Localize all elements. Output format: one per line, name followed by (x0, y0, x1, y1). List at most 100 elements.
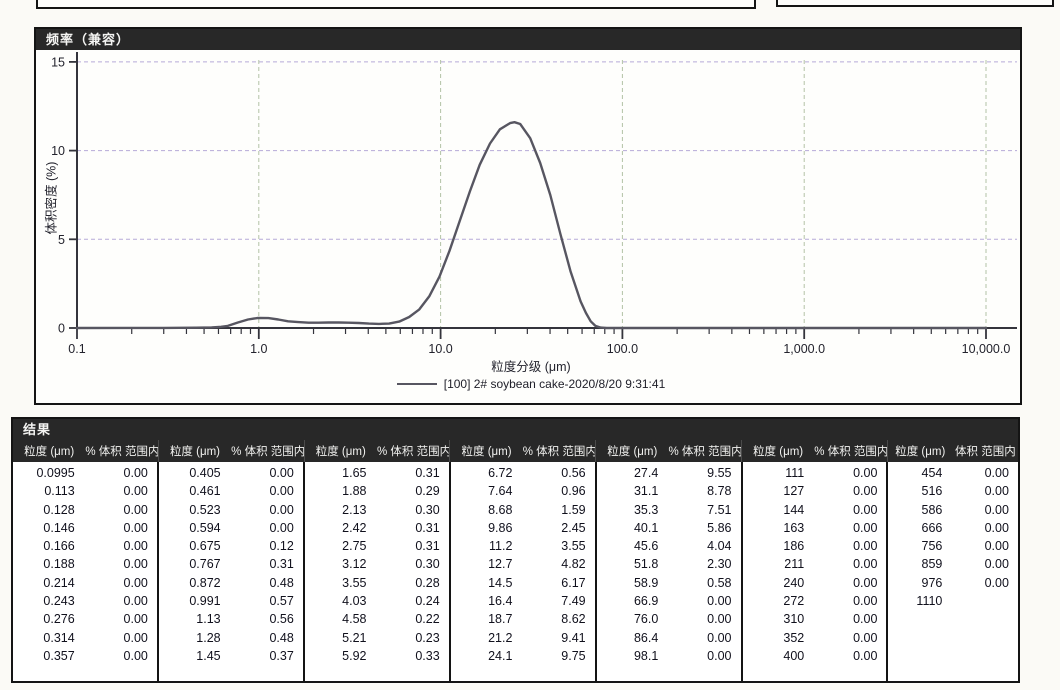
table-row: 14.56.17 (451, 574, 595, 592)
x-tick-label: 10.0 (428, 342, 452, 356)
col-header-volume-in-range: % 体积 范围内 (669, 443, 741, 459)
cell-volume-percent: 0.00 (91, 555, 157, 573)
table-row: 8.681.59 (451, 501, 595, 519)
table-row: 0.5230.00 (159, 501, 303, 519)
table-row: 0.3140.00 (13, 629, 157, 647)
table-row: 86.40.00 (597, 629, 741, 647)
cell-volume-percent: 0.37 (237, 647, 303, 665)
table-row: 1860.00 (743, 537, 887, 555)
cell-size-um: 516 (888, 482, 958, 500)
cell-volume-percent: 6.17 (528, 574, 594, 592)
col-header-volume-in-range: % 体积 范围内 (814, 443, 886, 459)
table-row: 27.49.55 (597, 464, 741, 482)
cell-volume-percent: 0.00 (91, 482, 157, 500)
table-row: 6660.00 (888, 519, 1018, 537)
table-row: 0.2760.00 (13, 610, 157, 628)
cell-size-um: 0.276 (13, 610, 91, 628)
cell-volume-percent: 0.00 (820, 647, 886, 665)
cell-volume-percent: 0.56 (528, 464, 594, 482)
cell-volume-percent: 0.28 (383, 574, 449, 592)
cell-volume-percent: 0.31 (237, 555, 303, 573)
cell-size-um: 7.64 (451, 482, 529, 500)
x-tick-label: 100.0 (607, 342, 638, 356)
cell-volume-percent: 0.23 (383, 629, 449, 647)
cell-volume-percent: 0.00 (91, 519, 157, 537)
cell-size-um: 2.75 (305, 537, 383, 555)
cell-volume-percent: 0.00 (91, 501, 157, 519)
table-row: 12.74.82 (451, 555, 595, 573)
cell-size-um: 0.767 (159, 555, 237, 573)
cell-volume-percent: 1.59 (528, 501, 594, 519)
results-col-group-header: 粒度 (μm)% 体积 范围内 (449, 440, 595, 462)
col-header-size: 粒度 (μm) (888, 443, 953, 459)
cell-size-um: 0.188 (13, 555, 91, 573)
table-row: 5.920.33 (305, 647, 449, 665)
cell-size-um: 40.1 (597, 519, 675, 537)
cell-volume-percent: 0.31 (383, 519, 449, 537)
table-row: 76.00.00 (597, 610, 741, 628)
x-tick-label: 1.0 (250, 342, 267, 356)
cell-volume-percent: 0.12 (237, 537, 303, 555)
results-table-body: 0.09950.000.1130.000.1280.000.1460.000.1… (13, 462, 1018, 681)
table-row: 35.37.51 (597, 501, 741, 519)
cell-volume-percent: 0.00 (958, 519, 1018, 537)
results-panel: 结果 粒度 (μm)% 体积 范围内粒度 (μm)% 体积 范围内粒度 (μm)… (11, 417, 1020, 683)
cell-size-um: 11.2 (451, 537, 529, 555)
cell-size-um: 0.461 (159, 482, 237, 500)
cell-volume-percent: 0.00 (820, 519, 886, 537)
table-row: 2.750.31 (305, 537, 449, 555)
cell-volume-percent: 0.30 (383, 555, 449, 573)
table-row: 2720.00 (743, 592, 887, 610)
cell-volume-percent: 0.00 (820, 482, 886, 500)
col-header-size: 粒度 (μm) (742, 443, 814, 459)
frequency-chart: 0510150.11.010.0100.01,000.010,000.0 体积密… (36, 50, 1020, 402)
cell-size-um: 4.03 (305, 592, 383, 610)
cell-volume-percent: 2.45 (528, 519, 594, 537)
table-row: 11.23.55 (451, 537, 595, 555)
cell-volume-percent: 0.96 (528, 482, 594, 500)
cell-volume-percent: 0.00 (820, 555, 886, 573)
col-header-size: 粒度 (μm) (596, 443, 668, 459)
cell-volume-percent: 8.78 (674, 482, 740, 500)
cell-volume-percent: 0.00 (820, 501, 886, 519)
table-row: 2400.00 (743, 574, 887, 592)
cell-volume-percent: 0.00 (91, 592, 157, 610)
results-header-row: 粒度 (μm)% 体积 范围内粒度 (μm)% 体积 范围内粒度 (μm)% 体… (13, 440, 1018, 462)
table-row: 9.862.45 (451, 519, 595, 537)
cell-size-um: 859 (888, 555, 958, 573)
cell-volume-percent: 0.00 (91, 610, 157, 628)
table-row: 3.120.30 (305, 555, 449, 573)
col-header-size: 粒度 (μm) (450, 443, 522, 459)
y-axis-title: 体积密度 (%) (41, 162, 60, 235)
cell-size-um: 0.214 (13, 574, 91, 592)
cell-size-um: 0.675 (159, 537, 237, 555)
cell-size-um: 1.45 (159, 647, 237, 665)
cell-volume-percent: 0.00 (958, 555, 1018, 573)
table-row: 0.1280.00 (13, 501, 157, 519)
cell-size-um: 127 (743, 482, 821, 500)
cell-volume-percent: 8.62 (528, 610, 594, 628)
chart-legend: [100] 2# soybean cake-2020/8/20 9:31:41 (36, 377, 1026, 391)
chart-panel-title: 频率（兼容） (36, 29, 1020, 50)
table-row: 1270.00 (743, 482, 887, 500)
results-col-group: 4540.005160.005860.006660.007560.008590.… (888, 462, 1018, 681)
cell-volume-percent: 0.00 (820, 592, 886, 610)
table-row: 18.78.62 (451, 610, 595, 628)
cell-size-um: 211 (743, 555, 821, 573)
cell-size-um: 1.65 (305, 464, 383, 482)
cell-volume-percent: 0.00 (820, 629, 886, 647)
cell-size-um: 45.6 (597, 537, 675, 555)
cell-size-um: 976 (888, 574, 958, 592)
cell-volume-percent: 9.41 (528, 629, 594, 647)
results-col-group-header: 粒度 (μm)% 体积 范围内 (595, 440, 741, 462)
x-tick-label: 1,000.0 (783, 342, 825, 356)
cell-volume-percent: 0.00 (820, 537, 886, 555)
table-row: 1110.00 (743, 464, 887, 482)
cell-volume-percent: 0.56 (237, 610, 303, 628)
table-row: 1630.00 (743, 519, 887, 537)
table-row: 0.3570.00 (13, 647, 157, 665)
cell-volume-percent: 0.00 (237, 464, 303, 482)
legend-label: [100] 2# soybean cake-2020/8/20 9:31:41 (444, 377, 666, 391)
table-row: 0.1660.00 (13, 537, 157, 555)
cell-size-um: 111 (743, 464, 821, 482)
